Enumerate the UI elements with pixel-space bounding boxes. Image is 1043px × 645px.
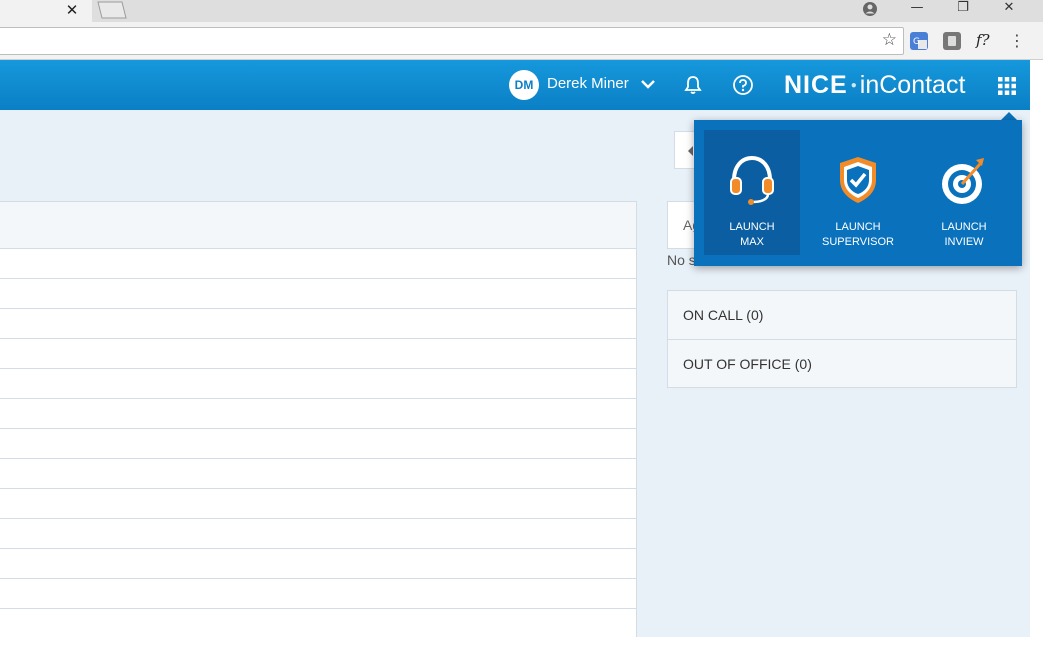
profile-icon[interactable]: [862, 1, 878, 17]
app-launcher-grid-icon[interactable]: [997, 76, 1017, 96]
chevron-down-icon[interactable]: [638, 74, 658, 94]
status-card: ON CALL (0) OUT OF OFFICE (0): [667, 290, 1017, 388]
table-row[interactable]: [0, 549, 636, 579]
tile-label-line1: LAUNCH: [729, 221, 775, 233]
close-tab-icon[interactable]: ✕: [64, 1, 80, 19]
help-icon[interactable]: [732, 74, 754, 96]
tile-label-line1: LAUNCH: [835, 221, 881, 233]
fx-extension-icon[interactable]: f?: [976, 31, 990, 49]
main-table: [0, 201, 637, 637]
target-icon: [942, 158, 984, 204]
launch-supervisor-tile[interactable]: LAUNCH SUPERVISOR: [810, 130, 906, 255]
table-row[interactable]: [0, 369, 636, 399]
browser-tab[interactable]: ✕: [0, 0, 92, 22]
tile-label-line2: INVIEW: [944, 236, 984, 248]
no-staff-text: No s: [667, 252, 695, 268]
logo-incontact-text: inContact: [859, 71, 966, 99]
table-row[interactable]: [0, 279, 636, 309]
agent-search-input[interactable]: Ag: [667, 201, 697, 249]
minimize-button[interactable]: —: [902, 0, 932, 18]
extension-icon[interactable]: [943, 32, 961, 50]
table-header: [0, 201, 636, 249]
table-row[interactable]: [0, 309, 636, 339]
app-launcher-popover: LAUNCH MAX LAUNCH SUPERVISOR LAUNCH INVIEW: [694, 120, 1022, 266]
out-of-office-group[interactable]: OUT OF OFFICE (0): [668, 340, 1016, 389]
table-row[interactable]: [0, 519, 636, 549]
browser-menu-icon[interactable]: ⋮: [1009, 31, 1025, 50]
tile-label-line1: LAUNCH: [941, 221, 987, 233]
restore-button[interactable]: ❐: [948, 0, 978, 18]
tile-label-line2: SUPERVISOR: [822, 236, 894, 248]
browser-toolbar: ☆ G f? ⋮: [0, 22, 1043, 60]
tile-label-line2: MAX: [740, 236, 764, 248]
bell-icon[interactable]: [682, 74, 704, 96]
close-window-button[interactable]: ✕: [994, 0, 1024, 18]
app-header: DM Derek Miner NICE ● inContact: [0, 60, 1030, 110]
browser-tab-strip: ✕ — ❐ ✕: [0, 0, 1043, 22]
user-name[interactable]: Derek Miner: [547, 75, 629, 92]
bookmark-star-icon[interactable]: ☆: [882, 30, 897, 50]
launch-inview-tile[interactable]: LAUNCH INVIEW: [916, 130, 1012, 255]
table-row[interactable]: [0, 249, 636, 279]
google-translate-extension-icon[interactable]: G: [910, 32, 928, 50]
nice-incontact-logo: NICE ● inContact: [784, 70, 965, 100]
table-row[interactable]: [0, 579, 636, 609]
svg-text:G: G: [913, 37, 920, 47]
logo-dot: ●: [850, 80, 857, 92]
shield-check-icon: [840, 157, 876, 203]
address-bar[interactable]: ☆: [0, 27, 904, 55]
table-row[interactable]: [0, 459, 636, 489]
logo-nice-text: NICE: [784, 71, 848, 99]
launch-max-tile[interactable]: LAUNCH MAX: [704, 130, 800, 255]
table-row[interactable]: [0, 339, 636, 369]
popover-caret: [1001, 112, 1017, 120]
table-row[interactable]: [0, 489, 636, 519]
new-tab-button[interactable]: [96, 1, 128, 19]
on-call-group[interactable]: ON CALL (0): [668, 291, 1016, 340]
headset-icon: [730, 155, 774, 205]
avatar[interactable]: DM: [509, 70, 539, 100]
table-row[interactable]: [0, 429, 636, 459]
table-row[interactable]: [0, 399, 636, 429]
